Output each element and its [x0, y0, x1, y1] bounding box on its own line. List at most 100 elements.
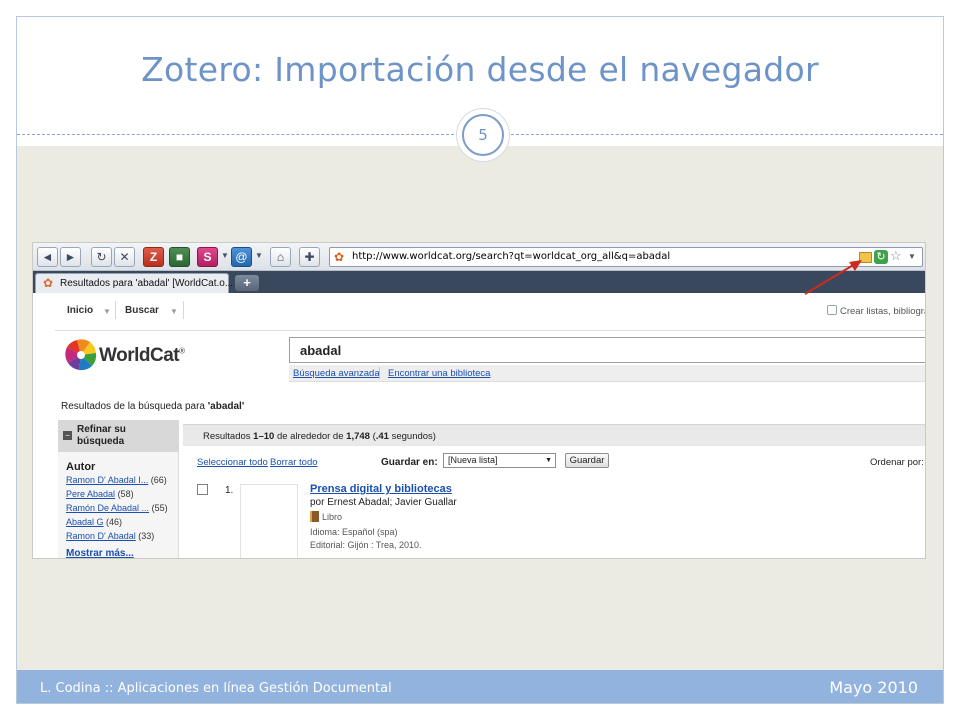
url-bar[interactable]: ✿ http://www.worldcat.org/search?qt=worl… — [329, 247, 923, 267]
refresh-icon[interactable]: ↻ — [874, 250, 888, 264]
chevron-down-icon: ▼ — [545, 457, 552, 464]
result-author: por Ernest Abadal; Javier Guallar — [310, 497, 457, 508]
results-heading-query: 'abadal' — [207, 401, 245, 412]
list-item[interactable]: Ramon D' Abadal I... (66) — [66, 475, 167, 485]
worldcat-logo[interactable]: WorldCat® — [63, 337, 213, 375]
nav-create-lists-label: Crear listas, bibliografías y — [840, 306, 925, 317]
chevron-down-icon[interactable]: ▼ — [103, 307, 111, 316]
list-icon — [827, 305, 837, 315]
save-button[interactable]: Guardar — [565, 453, 609, 468]
footer-date: Mayo 2010 — [829, 678, 918, 697]
chevron-down-icon[interactable]: ▼ — [221, 251, 229, 260]
refine-sidebar: − Refinar su búsqueda Autor Ramon D' Abad… — [58, 420, 179, 558]
result-language: Idioma: Español (spa) — [310, 527, 398, 537]
find-library-link[interactable]: Encontrar una biblioteca — [388, 368, 490, 379]
facet-count: (55) — [151, 503, 168, 513]
forward-arrow-icon[interactable]: ► — [60, 247, 81, 267]
slide-number: 5 — [462, 114, 504, 156]
collapse-icon[interactable]: − — [63, 431, 72, 440]
summary-middle: de alrededor de — [274, 431, 347, 442]
facet-count: (46) — [106, 517, 123, 527]
nav-home[interactable]: Inicio — [67, 305, 93, 316]
facet-link[interactable]: Ramón De Abadal ... — [66, 503, 149, 513]
nav-separator — [115, 301, 116, 319]
result-format: Libro — [310, 511, 342, 522]
worldcat-page: Inicio ▼ Buscar ▼ Crear listas, bibliogr… — [33, 293, 925, 558]
navigation-toolbar: ◄ ► ↻ ✕ Z ■ S ▼ @ ▼ ⌂ ✚ ✿ http://www.wor… — [33, 243, 925, 271]
logo-registered-mark: ® — [179, 346, 185, 356]
summary-time: .41 — [375, 431, 389, 442]
summary-prefix: Resultados — [203, 431, 254, 442]
result-checkbox[interactable] — [197, 484, 208, 495]
save-in-label: Guardar en: — [381, 457, 438, 468]
home-icon[interactable]: ⌂ — [270, 247, 291, 267]
new-tab-button[interactable]: + — [235, 275, 259, 291]
result-item: 1. Prensa digital y bibliotecas por Erne… — [183, 482, 925, 558]
tab-strip: ✿ Resultados para 'abadal' [WorldCat.o..… — [33, 271, 925, 293]
worldcat-favicon-icon: ✿ — [43, 276, 54, 290]
refine-header[interactable]: − Refinar su búsqueda — [58, 420, 179, 452]
list-item[interactable]: Abadal G (46) — [66, 517, 122, 527]
results-summary-bar: Resultados 1–10 de alrededor de 1,748 (.… — [183, 424, 925, 446]
zotero-folder-icon[interactable] — [859, 252, 872, 263]
facet-link[interactable]: Ramon D' Abadal — [66, 531, 136, 541]
facet-link[interactable]: Pere Abadal — [66, 489, 115, 499]
reload-icon[interactable]: ↻ — [91, 247, 112, 267]
tab-worldcat-results[interactable]: ✿ Resultados para 'abadal' [WorldCat.o..… — [35, 273, 233, 293]
refine-title-line1: Refinar su — [77, 424, 126, 435]
facet-count: (33) — [138, 531, 155, 541]
worldcat-topnav: Inicio ▼ Buscar ▼ Crear listas, bibliogr… — [55, 293, 925, 331]
zotero-icon[interactable]: Z — [143, 247, 164, 267]
facet-link[interactable]: Abadal G — [66, 517, 104, 527]
clear-all-link[interactable]: Borrar todo — [270, 457, 318, 468]
ad-addon-icon[interactable]: @ — [231, 247, 252, 267]
slide-title: Zotero: Importación desde el navegador — [141, 50, 819, 89]
results-heading: Resultados de la búsqueda para 'abadal' — [61, 401, 244, 412]
url-text[interactable]: http://www.worldcat.org/search?qt=worldc… — [352, 251, 670, 262]
tab-title: Resultados para 'abadal' [WorldCat.o... — [60, 278, 234, 289]
result-publisher: Editorial: Gijón : Trea, 2010. — [310, 540, 422, 550]
result-number: 1. — [225, 485, 234, 496]
nav-separator — [183, 301, 184, 319]
results-actions: Seleccionar todo Borrar todo Guardar en:… — [183, 453, 925, 473]
stop-icon[interactable]: ✕ — [114, 247, 135, 267]
chevron-down-icon[interactable]: ▼ — [908, 252, 916, 261]
sort-by-label: Ordenar por: — [870, 457, 924, 468]
result-cover-thumbnail[interactable] — [240, 484, 298, 558]
search-input[interactable]: abadal — [289, 337, 925, 363]
facet-count: (66) — [150, 475, 167, 485]
plus-icon[interactable]: ✚ — [299, 247, 320, 267]
advanced-search-link[interactable]: Búsqueda avanzada — [293, 368, 380, 379]
back-arrow-icon[interactable]: ◄ — [37, 247, 58, 267]
search-input-value: abadal — [300, 343, 342, 358]
chevron-down-icon[interactable]: ▼ — [255, 251, 263, 260]
logo-wordmark: WorldCat — [99, 345, 180, 366]
select-all-link[interactable]: Seleccionar todo — [197, 457, 268, 468]
worldcat-logo-icon — [65, 339, 97, 371]
list-item[interactable]: Ramon D' Abadal (33) — [66, 531, 154, 541]
facet-link[interactable]: Ramon D' Abadal I... — [66, 475, 148, 485]
summary-range: 1–10 — [253, 431, 275, 442]
evernote-icon[interactable]: ■ — [169, 247, 190, 267]
refine-title-line2: búsqueda — [77, 436, 125, 447]
list-select-value: [Nueva lista] — [448, 455, 498, 465]
summary-total: 1,748 — [346, 431, 370, 442]
chevron-down-icon[interactable]: ▼ — [170, 307, 178, 316]
summary-time-close: segundos) — [388, 431, 436, 442]
result-title-link[interactable]: Prensa digital y bibliotecas — [310, 483, 452, 495]
nav-create-lists[interactable]: Crear listas, bibliografías y — [827, 305, 925, 317]
link-separator — [379, 367, 380, 379]
refine-title: Refinar su búsqueda — [77, 424, 126, 448]
worldcat-favicon-icon: ✿ — [334, 250, 345, 264]
list-item[interactable]: Ramón De Abadal ... (55) — [66, 503, 168, 513]
list-item[interactable]: Pere Abadal (58) — [66, 489, 134, 499]
facet-title-author: Autor — [66, 461, 96, 473]
nav-search[interactable]: Buscar — [125, 305, 159, 316]
worldcat-logo-text: WorldCat® — [99, 345, 185, 367]
list-select[interactable]: [Nueva lista] ▼ — [443, 453, 556, 468]
result-format-label: Libro — [322, 512, 343, 522]
results-heading-prefix: Resultados de la búsqueda para — [61, 401, 208, 412]
s-addon-icon[interactable]: S — [197, 247, 218, 267]
bookmark-star-icon[interactable]: ☆ — [890, 248, 902, 264]
show-more-link[interactable]: Mostrar más... — [66, 548, 134, 558]
